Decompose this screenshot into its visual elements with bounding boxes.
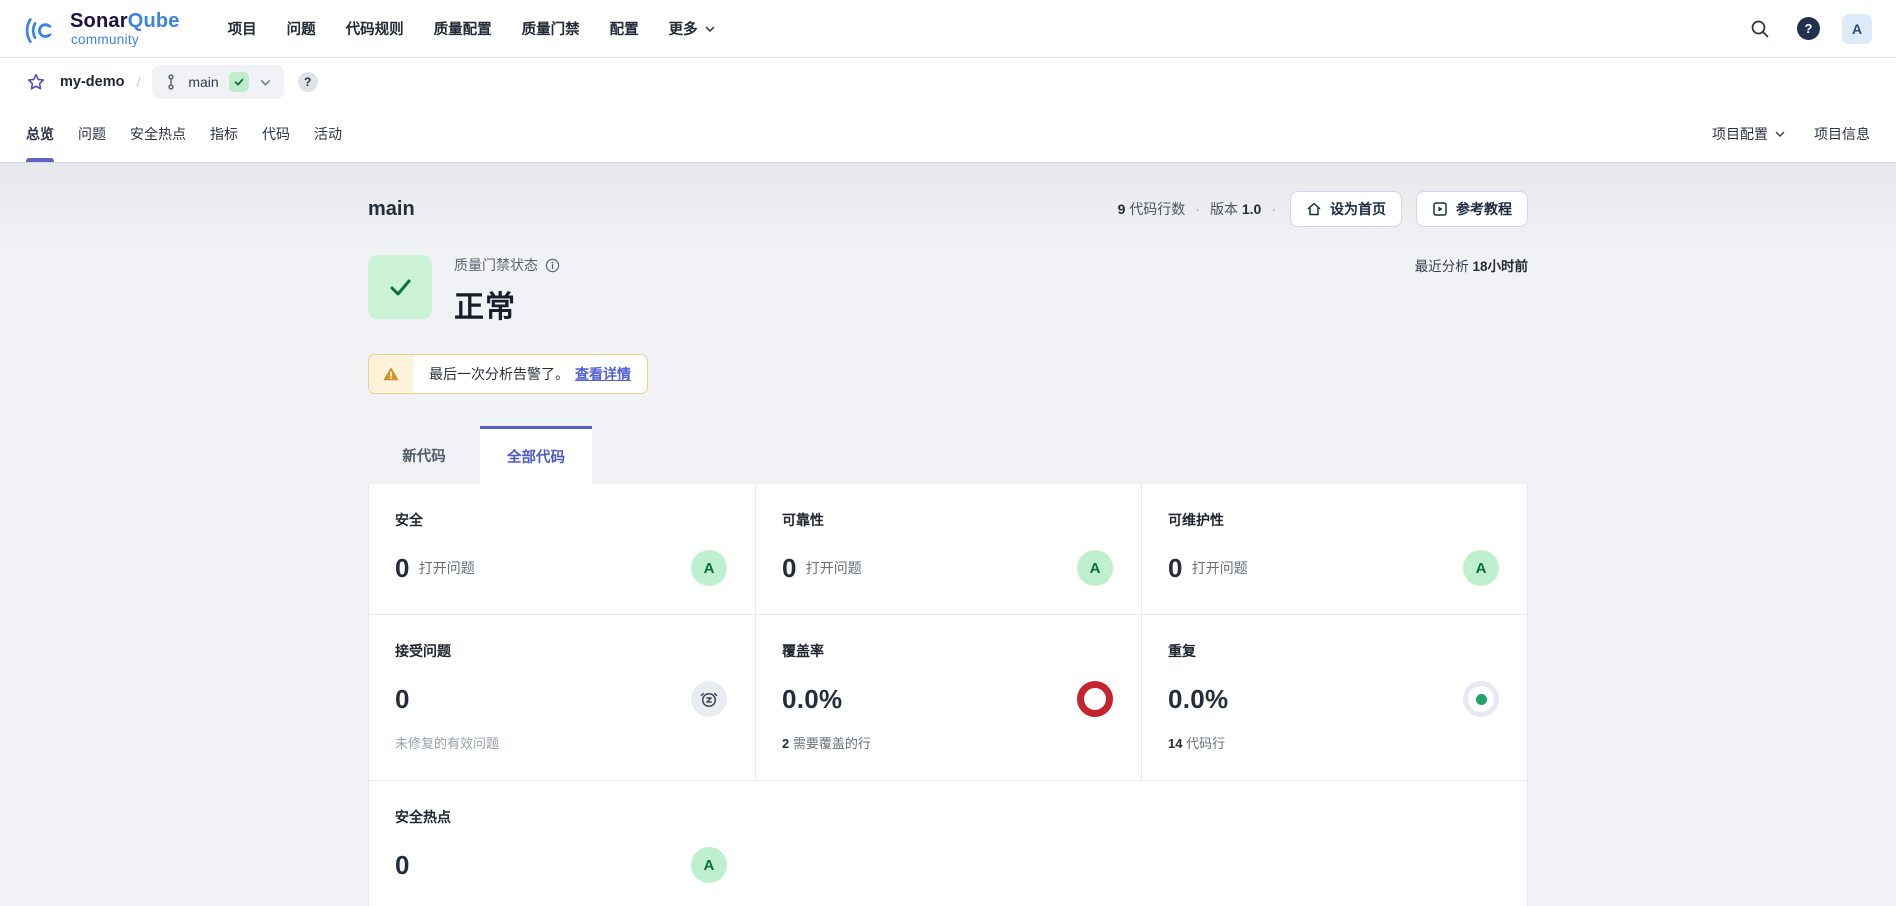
tab-measures[interactable]: 指标: [210, 106, 238, 162]
set-homepage-button[interactable]: 设为首页: [1290, 191, 1402, 227]
favorite-star-icon[interactable]: [26, 72, 46, 92]
snooze-clock-icon: [691, 681, 727, 717]
duplication-dot-icon: [1463, 681, 1499, 717]
nav-item-quality-profiles[interactable]: 质量配置: [434, 18, 492, 39]
measure-security-hotspots: 安全热点 0 A: [369, 781, 755, 906]
tab-overview[interactable]: 总览: [26, 106, 54, 162]
help-icon[interactable]: ?: [1797, 17, 1820, 40]
maintainability-issues-count[interactable]: 0: [1168, 553, 1183, 584]
project-tabs: 总览 问题 安全热点 指标 代码 活动: [26, 106, 342, 162]
branch-title: main: [368, 198, 415, 221]
nav-item-quality-gates[interactable]: 质量门禁: [522, 18, 580, 39]
tab-activity[interactable]: 活动: [314, 106, 342, 162]
measure-maintainability: 可维护性 0 打开问题 A: [1141, 484, 1527, 614]
reliability-issues-count[interactable]: 0: [782, 553, 797, 584]
nav-item-issues[interactable]: 问题: [287, 18, 316, 39]
nav-item-rules[interactable]: 代码规则: [346, 18, 404, 39]
open-issues-label[interactable]: 打开问题: [419, 558, 475, 578]
chevron-down-icon: [259, 76, 272, 89]
security-hotspots-count[interactable]: 0: [395, 850, 410, 881]
breadcrumb-project-name[interactable]: my-demo: [60, 74, 124, 90]
open-issues-label[interactable]: 打开问题: [806, 558, 862, 578]
measure-coverage: 覆盖率 0.0% 2 需要覆盖的行: [755, 615, 1141, 780]
nav-item-administration[interactable]: 配置: [610, 18, 639, 39]
tab-code[interactable]: 代码: [262, 106, 290, 162]
nav-item-more[interactable]: 更多: [669, 18, 716, 39]
measures-row-metrics: 接受问题 0 未修复的有效问题 覆盖率: [369, 614, 1527, 780]
coverage-ring-icon: [1077, 681, 1113, 717]
breadcrumb: my-demo / main ?: [0, 58, 1896, 106]
branch-selector[interactable]: main: [152, 65, 283, 99]
measures-row-hotspots: 安全热点 0 A: [369, 780, 1527, 906]
branch-header: main 9 代码行数 · 版本 1.0 · 设为首页: [368, 191, 1528, 227]
measure-reliability: 可靠性 0 打开问题 A: [755, 484, 1141, 614]
navbar-right: ? A: [1745, 14, 1872, 44]
open-issues-label[interactable]: 打开问题: [1192, 558, 1248, 578]
tab-issues[interactable]: 问题: [78, 106, 106, 162]
security-issues-count[interactable]: 0: [395, 553, 410, 584]
breadcrumb-separator: /: [136, 74, 140, 90]
branch-quality-gate-passed-icon: [229, 72, 249, 92]
branch-name: main: [188, 74, 218, 90]
version: 版本 1.0: [1210, 199, 1261, 219]
branch-icon: [164, 74, 178, 90]
tutorial-button[interactable]: 参考教程: [1416, 191, 1528, 227]
tab-new-code[interactable]: 新代码: [368, 426, 480, 484]
duplications-note[interactable]: 14 代码行: [1168, 733, 1499, 752]
quality-gate-status: 正常: [454, 282, 560, 326]
tab-overall-code[interactable]: 全部代码: [480, 426, 592, 484]
coverage-note[interactable]: 2 需要覆盖的行: [782, 733, 1113, 752]
lines-of-code: 9 代码行数: [1118, 199, 1186, 219]
analysis-warning-banner: 最后一次分析告警了。 查看详情: [368, 354, 648, 394]
warning-icon: [369, 355, 413, 393]
measure-security: 安全 0 打开问题 A: [369, 484, 755, 614]
chevron-down-icon: [1774, 128, 1786, 140]
tab-hotspots[interactable]: 安全热点: [130, 106, 186, 162]
info-icon[interactable]: [545, 258, 560, 273]
branch-help-icon[interactable]: ?: [298, 72, 318, 92]
measure-accepted-issues: 接受问题 0 未修复的有效问题: [369, 615, 755, 780]
measures-row-ratings: 安全 0 打开问题 A 可靠性 0 打开问题 A 可维护: [369, 484, 1527, 614]
project-settings-menu[interactable]: 项目配置: [1712, 124, 1786, 144]
top-navbar: SonarQube community 项目 问题 代码规则 质量配置 质量门禁…: [0, 0, 1896, 58]
sonarqube-wordmark: SonarQube community: [70, 11, 180, 47]
chevron-down-icon: [704, 23, 716, 35]
code-period-tabs: 新代码 全部代码: [368, 426, 1528, 484]
quality-gate-section: 质量门禁状态 正常 最近分析 18小时前: [368, 255, 1528, 326]
sonarqube-logo-icon: [24, 10, 62, 48]
maintainability-rating-badge[interactable]: A: [1463, 550, 1499, 586]
measures-card: 安全 0 打开问题 A 可靠性 0 打开问题 A 可维护: [368, 484, 1528, 906]
last-analysis: 最近分析 18小时前: [1415, 255, 1528, 275]
project-info-button[interactable]: 项目信息: [1814, 124, 1870, 144]
overview-content: main 9 代码行数 · 版本 1.0 · 设为首页: [0, 163, 1896, 906]
reliability-rating-badge[interactable]: A: [1077, 550, 1113, 586]
warning-text: 最后一次分析告警了。: [429, 364, 569, 384]
home-icon: [1306, 201, 1322, 217]
coverage-value[interactable]: 0.0%: [782, 684, 842, 715]
user-avatar[interactable]: A: [1842, 14, 1872, 44]
search-icon[interactable]: [1745, 14, 1775, 44]
quality-gate-passed-icon: [368, 255, 432, 319]
nav-item-projects[interactable]: 项目: [228, 18, 257, 39]
measure-duplications: 重复 0.0% 14 代码行: [1141, 615, 1527, 780]
quality-gate-label: 质量门禁状态: [454, 255, 538, 275]
warning-details-link[interactable]: 查看详情: [575, 364, 631, 384]
project-tabbar: 总览 问题 安全热点 指标 代码 活动 项目配置 项目信息: [0, 106, 1896, 163]
accepted-issues-note: 未修复的有效问题: [395, 733, 727, 752]
accepted-issues-count[interactable]: 0: [395, 684, 410, 715]
project-tabbar-actions: 项目配置 项目信息: [1712, 106, 1870, 162]
main-menu: 项目 问题 代码规则 质量配置 质量门禁 配置 更多: [228, 18, 716, 39]
play-tutorial-icon: [1432, 201, 1448, 217]
sonarqube-logo[interactable]: SonarQube community: [24, 10, 180, 48]
security-hotspots-rating-badge[interactable]: A: [691, 847, 727, 883]
security-rating-badge[interactable]: A: [691, 550, 727, 586]
duplications-value[interactable]: 0.0%: [1168, 684, 1228, 715]
branch-meta: 9 代码行数 · 版本 1.0 · 设为首页: [1118, 191, 1528, 227]
